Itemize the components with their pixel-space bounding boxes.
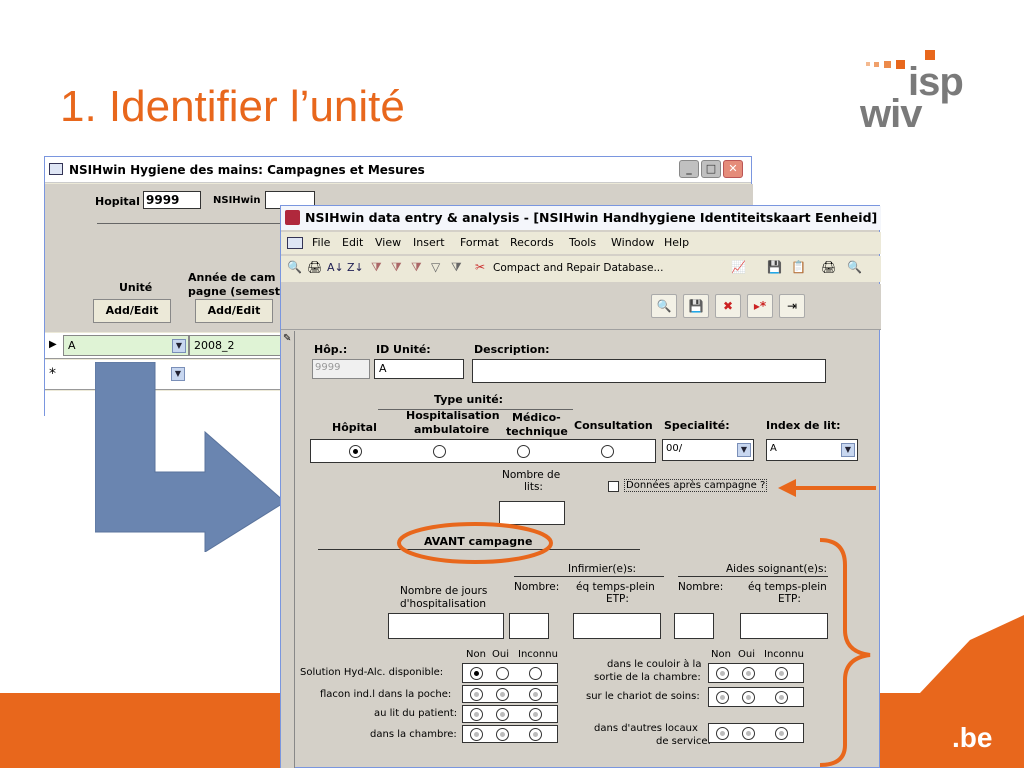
annotation-brace <box>819 538 871 767</box>
annotation-arrow-head <box>778 479 796 497</box>
annotation-ellipse <box>397 522 553 564</box>
annotation-overlay <box>397 479 876 767</box>
slide: 1. Identifier l’unité isp wiv .be NSIHwi… <box>0 0 1024 768</box>
